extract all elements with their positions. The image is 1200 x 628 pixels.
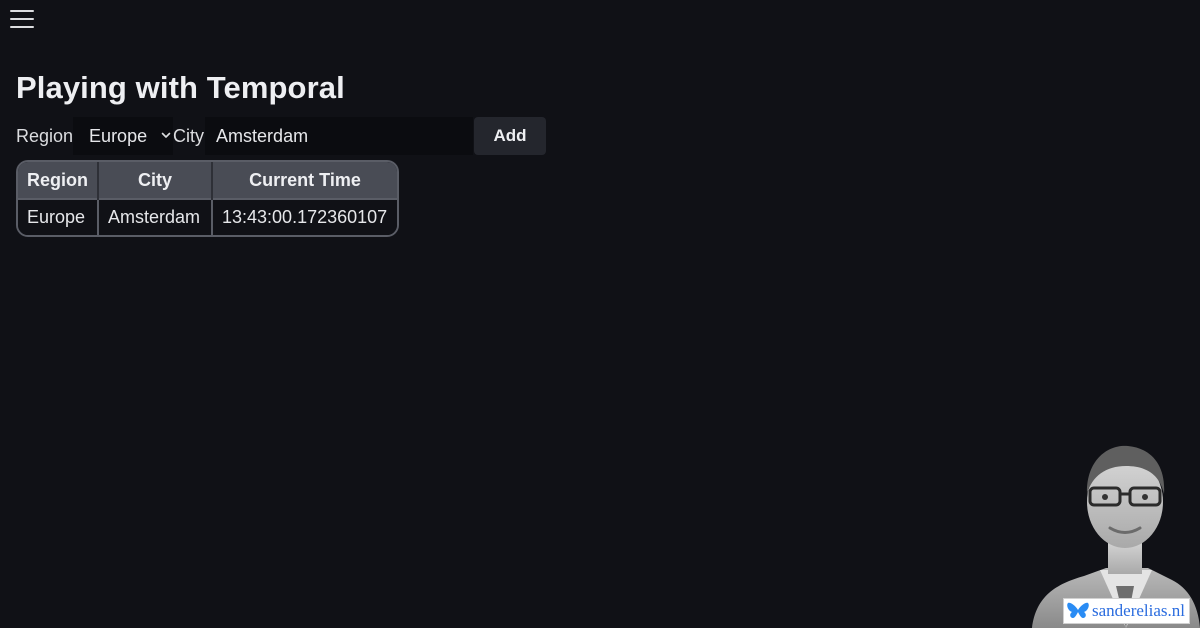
butterfly-icon <box>1067 602 1089 618</box>
brand-text: sanderelias.nl <box>1092 601 1185 620</box>
column-header-region: Region <box>18 162 98 199</box>
column-header-current-time: Current Time <box>211 162 397 199</box>
brand-badge[interactable]: sanderelias.nl <box>1063 598 1190 624</box>
hamburger-menu-icon[interactable] <box>10 10 34 28</box>
region-label: Region <box>16 125 74 146</box>
chevron-down-icon <box>161 132 171 138</box>
menu-bar <box>10 18 34 20</box>
page-title: Playing with Temporal <box>16 70 345 105</box>
table-row: Europe Amsterdam 13:43:00.172360107 <box>18 198 397 235</box>
time-table: Region City Current Time Europe Amsterda… <box>16 160 399 237</box>
column-header-city: City <box>97 162 212 199</box>
cell-city: Amsterdam <box>97 198 212 235</box>
menu-bar <box>10 26 34 28</box>
cell-current-time: 13:43:00.172360107 <box>211 198 397 235</box>
table-header-row: Region City Current Time <box>18 162 397 199</box>
region-select[interactable]: Europe <box>73 117 174 155</box>
add-button[interactable]: Add <box>474 117 547 155</box>
region-select-value: Europe <box>89 125 148 146</box>
cell-region: Europe <box>18 198 98 235</box>
page: Playing with Temporal Region Europe City… <box>0 0 1200 628</box>
city-label: City <box>173 125 205 146</box>
city-input[interactable] <box>205 117 474 155</box>
menu-bar <box>10 10 34 12</box>
add-city-form: Region Europe City Add <box>16 117 547 155</box>
